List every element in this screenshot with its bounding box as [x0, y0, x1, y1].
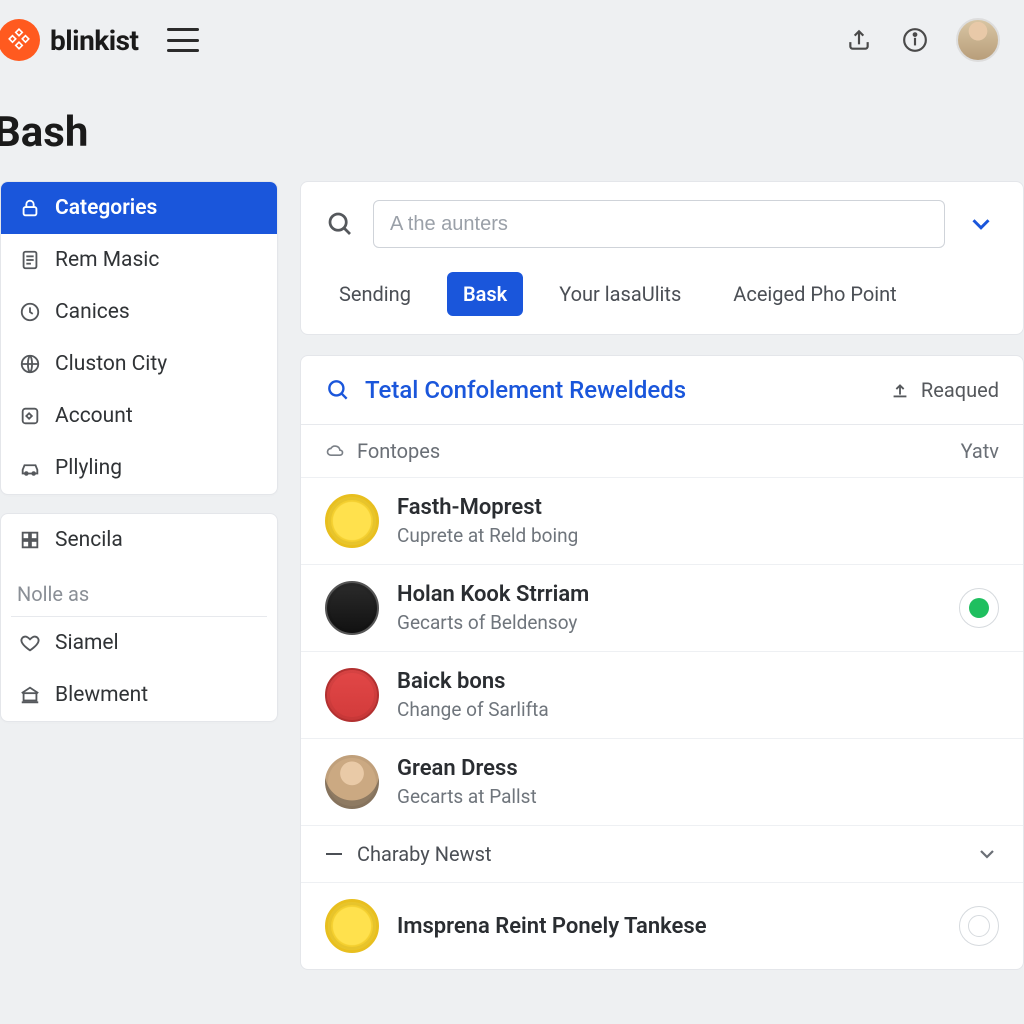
sidebar-group-secondary: Sencila Nolle as Siamel Blewment [0, 513, 278, 722]
item-cover-icon [325, 899, 379, 953]
results-header: Tetal Confolement Reweldeds Reaqued [301, 356, 1023, 425]
list-item[interactable]: Holan Kook Strriam Gecarts of Beldensoy [301, 564, 1023, 651]
search-card: Sending Bask Your lasaUlits Aceiged Pho … [300, 181, 1024, 335]
item-subtitle: Cuprete at Reld boing [397, 524, 999, 547]
sidebar-item-label: Categories [55, 196, 157, 220]
column-left-label: Fontopes [357, 439, 440, 463]
tab-your-lasaulits[interactable]: Your lasaUlits [543, 272, 697, 316]
item-subtitle: Change of Sarlifta [397, 698, 999, 721]
topbar-actions [844, 18, 1000, 62]
sidebar-item-label: Canices [55, 300, 130, 324]
item-title: Holan Kook Strriam [397, 582, 941, 607]
list-item[interactable]: Imsprena Reint Ponely Tankese [301, 882, 1023, 969]
lock-icon [19, 197, 41, 219]
search-icon [323, 207, 357, 241]
sidebar-item-label: Account [55, 404, 133, 428]
sidebar-item-label: Pllyling [55, 456, 122, 480]
sidebar-item-pllyling[interactable]: Pllyling [1, 442, 277, 494]
list-item[interactable]: Grean Dress Gecarts at Pallst [301, 738, 1023, 825]
item-subtitle: Gecarts at Pallst [397, 785, 999, 808]
sidebar-item-rem-masic[interactable]: Rem Masic [1, 234, 277, 286]
brand-name: blinkist [50, 24, 139, 57]
sidebar: Categories Rem Masic Canices Cluston Cit… [0, 181, 278, 722]
sidebar-item-label: Blewment [55, 683, 148, 707]
share-icon[interactable] [844, 25, 874, 55]
menu-icon[interactable] [167, 28, 199, 52]
item-cover-icon [325, 668, 379, 722]
bank-icon [19, 684, 41, 706]
status-indicator-empty[interactable] [959, 906, 999, 946]
sidebar-item-canices[interactable]: Canices [1, 286, 277, 338]
item-title: Imsprena Reint Ponely Tankese [397, 914, 941, 939]
results-action[interactable]: Reaqued [889, 378, 999, 402]
column-header: Fontopes Yatv [301, 425, 1023, 477]
info-icon[interactable] [900, 25, 930, 55]
chevron-down-icon[interactable] [961, 204, 1001, 244]
item-title: Fasth-Moprest [397, 495, 999, 520]
expander-label: Charaby Newst [357, 842, 492, 866]
grid-icon [19, 529, 41, 551]
item-subtitle: Gecarts of Beldensoy [397, 611, 941, 634]
sidebar-item-account[interactable]: Account [1, 390, 277, 442]
clock-icon [19, 301, 41, 323]
brand-logo-icon [0, 19, 40, 61]
sidebar-subheader: Nolle as [11, 566, 267, 617]
sidebar-item-sencila[interactable]: Sencila [1, 514, 277, 566]
cloud-icon [325, 441, 345, 461]
sidebar-item-blewment[interactable]: Blewment [1, 669, 277, 721]
item-title: Baick bons [397, 669, 999, 694]
chevron-down-icon [975, 842, 999, 866]
brand[interactable]: blinkist [0, 19, 139, 61]
main: Sending Bask Your lasaUlits Aceiged Pho … [300, 181, 1024, 970]
group-expander[interactable]: Charaby Newst [301, 825, 1023, 882]
list-item[interactable]: Baick bons Change of Sarlifta [301, 651, 1023, 738]
sidebar-item-categories[interactable]: Categories [1, 182, 277, 234]
tab-aceiged-pho-point[interactable]: Aceiged Pho Point [717, 272, 912, 316]
car-icon [19, 457, 41, 479]
upload-icon [889, 379, 911, 401]
item-cover-icon [325, 755, 379, 809]
search-icon [325, 377, 351, 403]
column-right-label: Yatv [961, 439, 999, 463]
list-item[interactable]: Fasth-Moprest Cuprete at Reld boing [301, 477, 1023, 564]
sidebar-group-primary: Categories Rem Masic Canices Cluston Cit… [0, 181, 278, 495]
tab-bask[interactable]: Bask [447, 272, 523, 316]
results-title: Tetal Confolement Reweldeds [365, 376, 686, 404]
sidebar-item-siamel[interactable]: Siamel [1, 617, 277, 669]
sidebar-item-label: Siamel [55, 631, 119, 655]
sidebar-item-cluston-city[interactable]: Cluston City [1, 338, 277, 390]
item-cover-icon [325, 494, 379, 548]
filter-tabs: Sending Bask Your lasaUlits Aceiged Pho … [323, 272, 1001, 316]
heart-icon [19, 632, 41, 654]
sidebar-item-label: Rem Masic [55, 248, 159, 272]
document-icon [19, 249, 41, 271]
item-cover-icon [325, 581, 379, 635]
square-icon [19, 405, 41, 427]
page-title: Bash [0, 80, 1024, 181]
results-action-label: Reaqued [921, 378, 999, 402]
item-title: Grean Dress [397, 756, 999, 781]
sidebar-item-label: Sencila [55, 528, 123, 552]
tab-sending[interactable]: Sending [323, 272, 427, 316]
minus-icon [325, 845, 343, 863]
results-card: Tetal Confolement Reweldeds Reaqued Font… [300, 355, 1024, 970]
globe-icon [19, 353, 41, 375]
search-input[interactable] [373, 200, 945, 248]
topbar: blinkist [0, 0, 1024, 80]
status-indicator-green[interactable] [959, 588, 999, 628]
sidebar-item-label: Cluston City [55, 352, 167, 376]
user-avatar[interactable] [956, 18, 1000, 62]
